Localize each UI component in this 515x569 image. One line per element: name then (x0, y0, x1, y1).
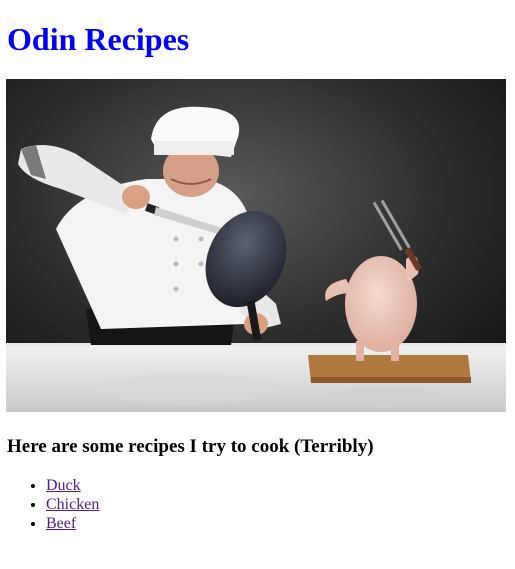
recipe-list: Duck Chicken Beef (7, 476, 99, 533)
list-item: Beef (46, 514, 99, 533)
chef-with-chicken-photo-icon (6, 79, 506, 412)
page-title: Odin Recipes (7, 21, 190, 57)
hero-image (6, 79, 506, 412)
list-item: Duck (46, 476, 99, 495)
recipe-link-beef[interactable]: Beef (46, 515, 76, 532)
recipe-link-duck[interactable]: Duck (46, 477, 81, 494)
page: Odin Recipes Here are some recipes I try… (0, 0, 515, 569)
recipe-link-chicken[interactable]: Chicken (46, 496, 99, 513)
list-item: Chicken (46, 495, 99, 514)
section-heading: Here are some recipes I try to cook (Ter… (7, 436, 374, 457)
